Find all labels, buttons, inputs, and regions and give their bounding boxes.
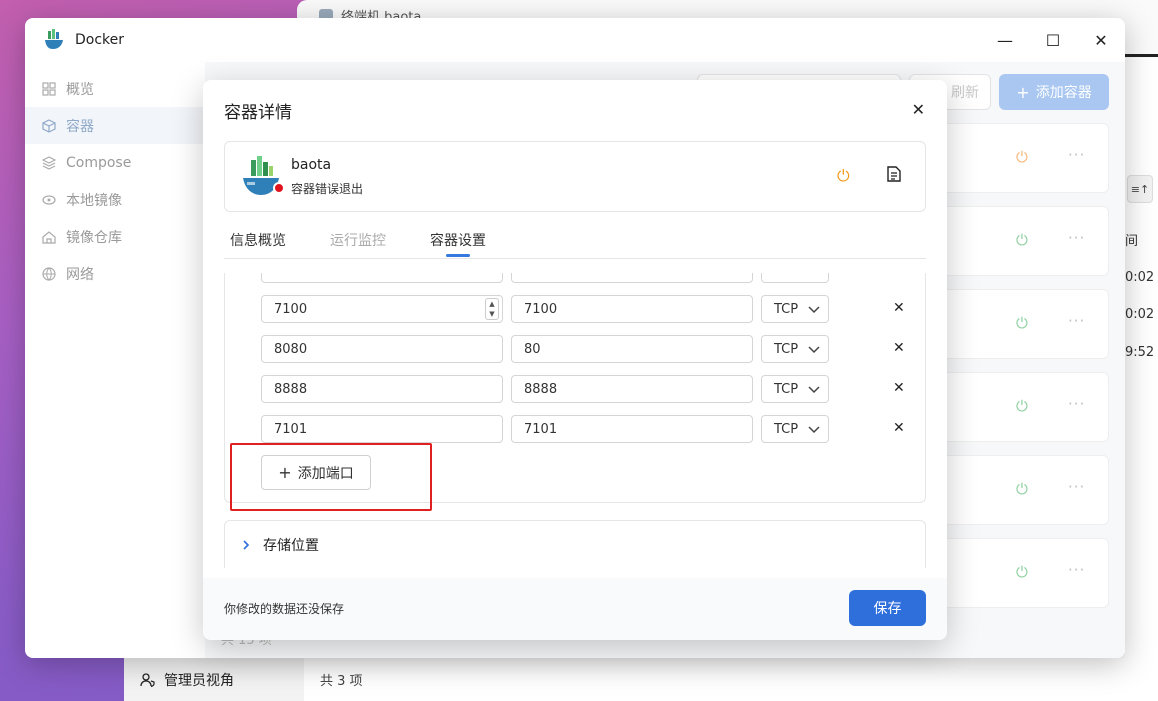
layers-icon	[42, 155, 56, 170]
protocol-select[interactable]: TCP	[761, 335, 829, 363]
chevron-down-icon	[808, 346, 820, 354]
docker-app-icon	[45, 29, 63, 49]
container-name: baota	[291, 157, 332, 173]
plus-icon: +	[1016, 82, 1030, 102]
power-icon[interactable]: ⏻	[1016, 148, 1028, 166]
more-icon[interactable]: ···	[1068, 146, 1085, 164]
container-info-card: baota 容器错误退出 ⏻	[224, 141, 926, 212]
tab-container-settings[interactable]: 容器设置	[430, 230, 486, 257]
docker-window-title: Docker	[75, 32, 125, 48]
protocol-select[interactable]	[761, 273, 829, 283]
remove-port-button[interactable]: ✕	[893, 300, 905, 316]
chevron-right-icon	[243, 539, 250, 550]
docker-sidebar: 概览 容器 Compose 本地镜像 镜像仓库 网络	[25, 70, 205, 292]
host-port-input[interactable]: 7100 ▲ ▼	[261, 295, 503, 323]
power-icon[interactable]: ⏻	[1016, 480, 1028, 498]
admin-view-button[interactable]: 管理员视角	[124, 658, 304, 701]
home-icon	[42, 230, 56, 244]
modal-footer: 你修改的数据还没保存 保存	[203, 578, 947, 640]
add-container-button[interactable]: + 添加容器	[999, 74, 1109, 110]
container-detail-modal: 容器详情 ✕ baota 容器错误退出 ⏻ 信息概览 运行监控 容器设置 710…	[203, 80, 947, 640]
time-cell: 0:02	[1125, 270, 1155, 285]
detail-tabs: 信息概览 运行监控 容器设置	[224, 226, 926, 259]
power-icon[interactable]: ⏻	[1016, 397, 1028, 415]
container-port-input[interactable]: 80	[511, 335, 753, 363]
container-port-input[interactable]	[511, 273, 753, 283]
container-port-input[interactable]: 7100	[511, 295, 753, 323]
disk-icon	[42, 194, 56, 205]
modal-title: 容器详情	[224, 103, 292, 123]
sidebar-item-containers[interactable]: 容器	[25, 107, 205, 144]
number-stepper[interactable]: ▲ ▼	[485, 298, 499, 320]
window-controls: — ☐ ✕	[981, 18, 1125, 62]
user-shield-icon	[140, 672, 155, 687]
sidebar-item-overview[interactable]: 概览	[25, 70, 205, 107]
close-icon[interactable]: ✕	[912, 100, 925, 119]
protocol-select[interactable]: TCP	[761, 415, 829, 443]
chevron-down-icon	[808, 426, 820, 434]
unsaved-notice: 你修改的数据还没保存	[224, 602, 345, 616]
host-port-input[interactable]: 8888	[261, 375, 503, 403]
more-icon[interactable]: ···	[1068, 395, 1085, 413]
remove-port-button[interactable]: ✕	[893, 340, 905, 356]
sidebar-item-registry[interactable]: 镜像仓库	[25, 218, 205, 255]
cube-icon	[42, 118, 56, 133]
host-port-input[interactable]: 8080	[261, 335, 503, 363]
sort-icon[interactable]: ≡↑	[1127, 175, 1153, 203]
log-icon[interactable]	[887, 166, 901, 186]
status-indicator	[273, 182, 285, 194]
power-icon[interactable]: ⏻	[837, 166, 850, 186]
admin-view-label: 管理员视角	[164, 672, 234, 689]
minimize-button[interactable]: —	[981, 18, 1029, 62]
highlight-annotation	[230, 443, 432, 511]
power-icon[interactable]: ⏻	[1016, 231, 1028, 249]
power-icon[interactable]: ⏻	[1016, 563, 1028, 581]
background-table-partial: ≡↑ 间 0:02 0:02 9:52	[1125, 58, 1158, 658]
storage-section-toggle[interactable]: 存储位置	[224, 520, 926, 568]
tab-runtime-monitor[interactable]: 运行监控	[330, 230, 386, 250]
protocol-select[interactable]: TCP	[761, 295, 829, 323]
save-button[interactable]: 保存	[849, 590, 926, 626]
remove-port-button[interactable]: ✕	[893, 420, 905, 436]
tab-info-overview[interactable]: 信息概览	[230, 230, 286, 250]
close-window-button[interactable]: ✕	[1077, 18, 1125, 62]
globe-icon	[42, 266, 56, 281]
more-icon[interactable]: ···	[1068, 478, 1085, 496]
sidebar-item-local-images[interactable]: 本地镜像	[25, 181, 205, 218]
container-status: 容器错误退出	[291, 182, 364, 196]
more-icon[interactable]: ···	[1068, 561, 1085, 579]
chevron-down-icon	[808, 386, 820, 394]
sidebar-item-compose[interactable]: Compose	[25, 144, 205, 181]
background-item-count: 共 3 项	[304, 658, 1158, 701]
container-port-input[interactable]: 7101	[511, 415, 753, 443]
maximize-button[interactable]: ☐	[1029, 18, 1077, 62]
sidebar-item-network[interactable]: 网络	[25, 255, 205, 292]
docker-titlebar: Docker — ☐ ✕	[25, 18, 1125, 62]
time-cell: 9:52	[1125, 345, 1155, 360]
protocol-select[interactable]: TCP	[761, 375, 829, 403]
chevron-down-icon	[808, 306, 820, 314]
more-icon[interactable]: ···	[1068, 229, 1085, 247]
time-cell: 0:02	[1125, 307, 1155, 322]
host-port-input[interactable]	[261, 273, 503, 283]
container-port-input[interactable]: 8888	[511, 375, 753, 403]
remove-port-button[interactable]: ✕	[893, 380, 905, 396]
storage-label: 存储位置	[263, 537, 319, 554]
power-icon[interactable]: ⏻	[1016, 314, 1028, 332]
more-icon[interactable]: ···	[1068, 312, 1085, 330]
grid-icon	[42, 81, 56, 96]
host-port-input[interactable]: 7101	[261, 415, 503, 443]
table-header-fragment: 间	[1125, 234, 1139, 249]
